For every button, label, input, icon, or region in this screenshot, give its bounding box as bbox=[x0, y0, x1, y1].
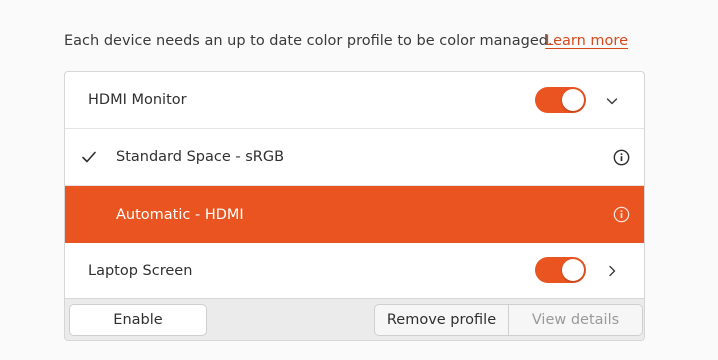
hdmi-monitor-toggle[interactable] bbox=[535, 87, 586, 113]
info-icon[interactable] bbox=[613, 206, 630, 223]
chevron-right-icon[interactable] bbox=[604, 263, 620, 279]
profile-row-automatic-hdmi[interactable]: Automatic - HDMI bbox=[65, 186, 644, 243]
device-label: HDMI Monitor bbox=[88, 92, 187, 108]
laptop-screen-toggle[interactable] bbox=[535, 257, 586, 283]
view-details-button[interactable]: View details bbox=[508, 304, 643, 336]
enable-button[interactable]: Enable bbox=[69, 304, 207, 336]
action-bar: Enable Remove profile View details bbox=[65, 299, 644, 340]
profile-label: Standard Space - sRGB bbox=[116, 149, 285, 165]
device-list-panel: HDMI Monitor Standard Space - sRGB Autom… bbox=[64, 71, 645, 341]
chevron-down-icon[interactable] bbox=[604, 93, 620, 109]
intro-text: Each device needs an up to date color pr… bbox=[64, 33, 553, 49]
device-row-hdmi-monitor[interactable]: HDMI Monitor bbox=[65, 72, 644, 129]
info-icon[interactable] bbox=[613, 149, 630, 166]
profile-label: Automatic - HDMI bbox=[116, 206, 244, 223]
toggle-knob bbox=[562, 89, 584, 111]
profile-row-standard-srgb[interactable]: Standard Space - sRGB bbox=[65, 129, 644, 186]
check-icon bbox=[82, 151, 96, 163]
device-label: Laptop Screen bbox=[88, 262, 193, 279]
toggle-knob bbox=[562, 259, 584, 281]
remove-profile-button[interactable]: Remove profile bbox=[374, 304, 509, 336]
intro-row: Each device needs an up to date color pr… bbox=[64, 33, 628, 53]
learn-more-link[interactable]: Learn more bbox=[545, 33, 628, 49]
device-row-laptop-screen[interactable]: Laptop Screen bbox=[65, 243, 644, 299]
